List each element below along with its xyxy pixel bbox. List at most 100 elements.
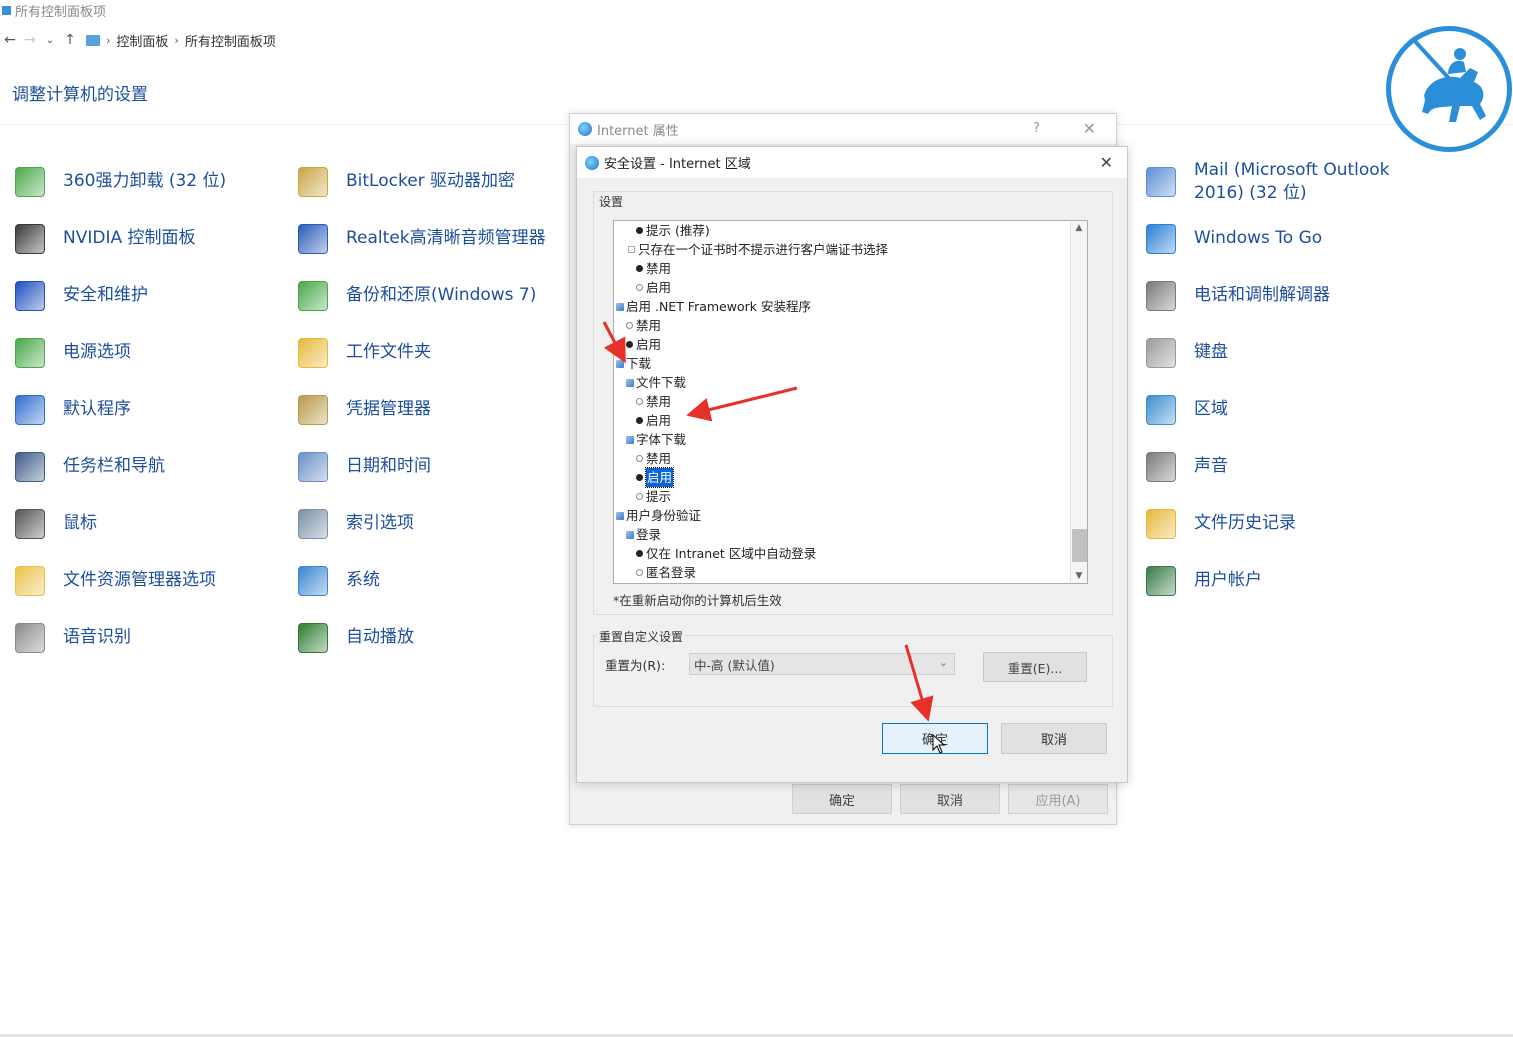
tree-node[interactable]: 登录 (626, 525, 661, 544)
scroll-up-arrow-icon[interactable]: ▲ (1071, 223, 1087, 233)
tree-item-label: 只存在一个证书时不提示进行客户端证书选择 (638, 242, 889, 257)
tree-radio-option[interactable]: 启用 (636, 467, 675, 488)
control-panel-item[interactable]: 凭据管理器 (293, 381, 546, 438)
mail-icon (1141, 162, 1181, 202)
tree-item-label: 匿名登录 (646, 565, 697, 580)
security-settings-title: 安全设置 - Internet 区域 (604, 157, 751, 172)
control-panel-item-label: 默认程序 (63, 399, 131, 419)
control-panel-item[interactable]: 任务栏和导航 (10, 438, 226, 495)
internet-properties-title: Internet 属性 (597, 123, 679, 139)
control-panel-item[interactable]: 声音 (1141, 438, 1414, 495)
internet-properties-ok-button[interactable]: 确定 (792, 784, 892, 814)
control-panel-item[interactable]: NVIDIA 控制面板 (10, 210, 226, 267)
index-search-icon (293, 504, 333, 544)
breadcrumb-all-items[interactable]: 所有控制面板项 (185, 31, 276, 50)
help-button[interactable]: ? (1033, 121, 1040, 136)
tree-node[interactable]: 用户身份验证 (616, 506, 701, 525)
work-folders-icon (293, 333, 333, 373)
control-panel-item[interactable]: Windows To Go (1141, 210, 1414, 267)
control-panel-item[interactable]: 索引选项 (293, 495, 546, 552)
tree-radio-option[interactable]: 禁用 (636, 259, 671, 278)
control-panel-item-label: 安全和维护 (63, 285, 148, 305)
internet-properties-cancel-button[interactable]: 取消 (900, 784, 1000, 814)
tree-radio-option[interactable]: 禁用 (636, 392, 671, 411)
control-panel-item[interactable]: 安全和维护 (10, 267, 226, 324)
address-bar: ← → ⌄ ↑ › 控制面板 › 所有控制面板项 (0, 28, 1513, 52)
control-panel-item[interactable]: 日期和时间 (293, 438, 546, 495)
control-panel-item[interactable]: 工作文件夹 (293, 324, 546, 381)
control-panel-item[interactable]: 文件历史记录 (1141, 495, 1414, 552)
tree-radio-option[interactable]: 启用 (636, 411, 671, 430)
tree-radio-option[interactable]: 禁用 (636, 449, 671, 468)
control-panel-item[interactable]: Realtek高清晰音频管理器 (293, 210, 546, 267)
forward-arrow-icon[interactable]: → (20, 32, 40, 48)
tree-item-label: 提示 (646, 489, 672, 504)
tree-item-label: 仅在 Intranet 区域中自动登录 (646, 546, 817, 561)
control-panel-item[interactable]: 用户帐户 (1141, 552, 1414, 609)
tree-scrollbar[interactable]: ▲ ▼ (1070, 221, 1087, 583)
security-cancel-button[interactable]: 取消 (1001, 723, 1107, 754)
tree-node[interactable]: 字体下载 (626, 430, 686, 449)
tree-radio-option[interactable]: 启用 (636, 278, 671, 297)
tree-radio-option[interactable]: 提示 (636, 487, 671, 506)
tree-radio-option[interactable]: 启用 (626, 335, 661, 354)
control-panel-item[interactable]: 电话和调制解调器 (1141, 267, 1414, 324)
tree-radio-option[interactable]: 匿名登录 (636, 563, 696, 582)
breadcrumb-control-panel[interactable]: 控制面板 (116, 31, 168, 50)
settings-tree[interactable]: 提示 (推荐) 只存在一个证书时不提示进行客户端证书选择 禁用 启用 启用 .NET F… (613, 220, 1088, 584)
tree-node[interactable]: 下载 (616, 354, 651, 373)
control-panel-item[interactable]: Mail (Microsoft Outlook 2016) (32 位) (1141, 153, 1414, 210)
tree-item-label: 下载 (626, 356, 652, 371)
control-panel-item[interactable]: 自动播放 (293, 609, 546, 666)
control-panel-item-label: 凭据管理器 (346, 399, 431, 419)
security-settings-dialog: 安全设置 - Internet 区域 ✕ 设置 提示 (推荐) 只存在一个证书时不… (576, 146, 1128, 783)
radio-checked-icon (636, 550, 643, 557)
tree-item-label: 启用 (636, 337, 662, 352)
tree-radio-option[interactable]: 禁用 (626, 316, 661, 335)
up-arrow-icon[interactable]: ↑ (60, 32, 80, 48)
internet-properties-apply-button[interactable]: 应用(A) (1008, 784, 1108, 814)
scroll-down-arrow-icon[interactable]: ▼ (1071, 571, 1087, 581)
radio-checked-icon (626, 341, 633, 348)
tree-item-label: 禁用 (646, 394, 672, 409)
tree-item-label: 禁用 (646, 451, 672, 466)
tree-checkbox-option[interactable]: 只存在一个证书时不提示进行客户端证书选择 (628, 240, 888, 259)
radio-unchecked-icon (636, 398, 643, 405)
tree-node[interactable]: 文件下载 (626, 373, 686, 392)
close-icon[interactable]: ✕ (1083, 119, 1096, 138)
tree-radio-option[interactable]: 仅在 Intranet 区域中自动登录 (636, 544, 816, 563)
control-panel-item[interactable]: 系统 (293, 552, 546, 609)
folder-icon (86, 34, 100, 46)
tree-node[interactable]: 启用 .NET Framework 安装程序 (616, 297, 811, 316)
control-panel-item[interactable]: 备份和还原(Windows 7) (293, 267, 546, 324)
control-panel-item[interactable]: 默认程序 (10, 381, 226, 438)
setting-node-icon (626, 530, 634, 539)
control-panel-item[interactable]: BitLocker 驱动器加密 (293, 153, 546, 210)
setting-node-icon (616, 302, 624, 311)
control-panel-item[interactable]: 区域 (1141, 381, 1414, 438)
control-panel-item[interactable]: 键盘 (1141, 324, 1414, 381)
control-panel-item[interactable]: 语音识别 (10, 609, 226, 666)
control-panel-item[interactable]: 文件资源管理器选项 (10, 552, 226, 609)
setting-node-icon (626, 378, 634, 387)
control-panel-item[interactable]: 360强力卸载 (32 位) (10, 153, 226, 210)
reset-button[interactable]: 重置(E)... (983, 652, 1087, 682)
windows-to-go-icon (1141, 219, 1181, 259)
tree-radio-option[interactable]: 提示 (推荐) (636, 221, 710, 240)
internet-properties-titlebar: Internet 属性 ? ✕ (570, 114, 1116, 144)
reset-level-select[interactable]: 中-高 (默认值) ⌄ (689, 653, 955, 675)
radio-unchecked-icon (626, 322, 633, 329)
close-icon[interactable]: ✕ (1100, 153, 1113, 172)
recent-dropdown-icon[interactable]: ⌄ (40, 35, 60, 46)
control-panel-item-label: Realtek高清晰音频管理器 (346, 228, 546, 248)
back-arrow-icon[interactable]: ← (0, 32, 20, 48)
reset-level-value: 中-高 (默认值) (694, 657, 775, 673)
control-panel-item[interactable]: 电源选项 (10, 324, 226, 381)
reset-to-label: 重置为(R): (605, 658, 666, 673)
flag-icon (10, 276, 50, 316)
radio-checked-icon (636, 227, 643, 234)
control-panel-item[interactable]: 鼠标 (10, 495, 226, 552)
tree-item-label: 用户身份验证 (626, 508, 702, 523)
control-panel-item-label: BitLocker 驱动器加密 (346, 171, 516, 191)
scroll-thumb[interactable] (1072, 529, 1087, 562)
